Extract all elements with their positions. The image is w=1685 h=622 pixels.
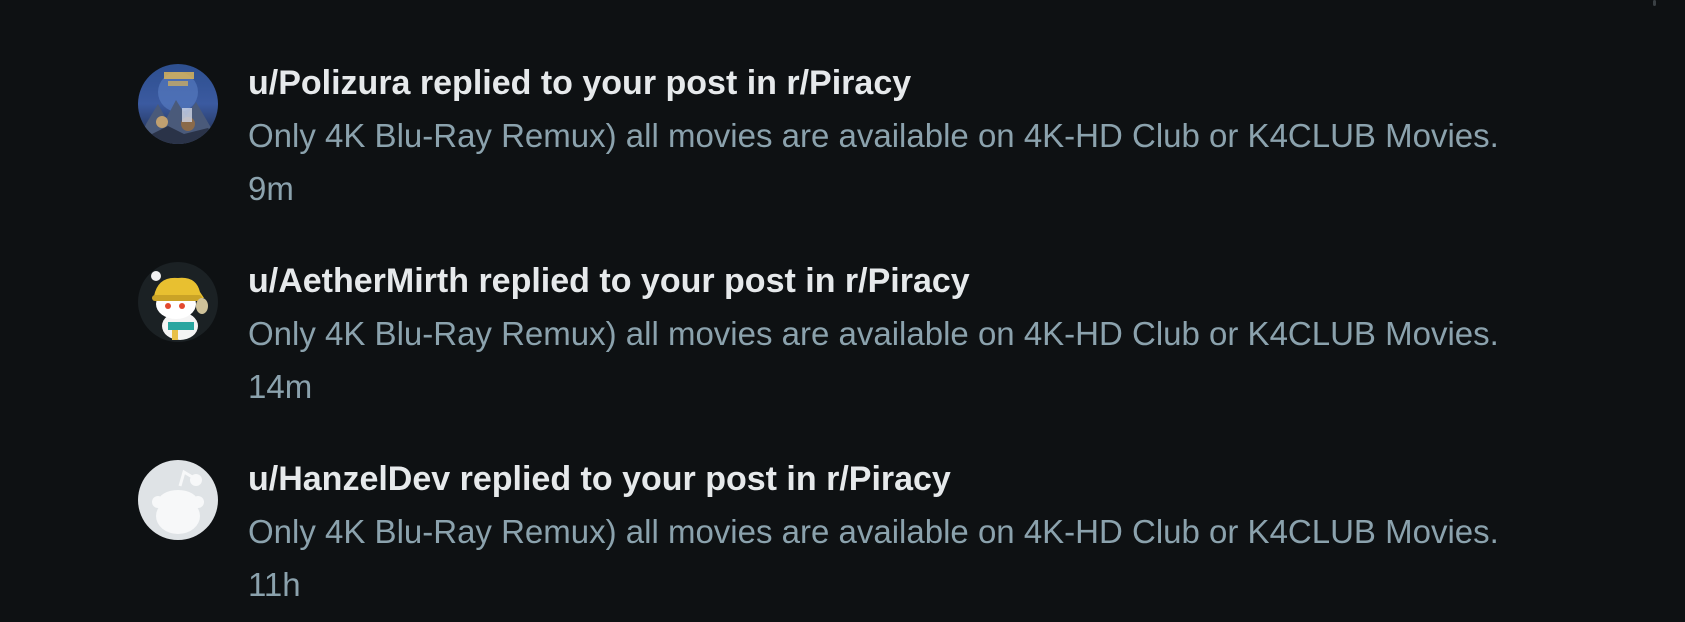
default-snoo-avatar-icon	[138, 460, 218, 540]
snoo-yellow-hat-avatar-icon	[138, 262, 218, 342]
notification-content: u/Polizura replied to your post in r/Pir…	[248, 56, 1499, 216]
notification-body: Only 4K Blu-Ray Remux) all movies are av…	[248, 117, 1499, 154]
notification-body: Only 4K Blu-Ray Remux) all movies are av…	[248, 513, 1499, 550]
notification-item[interactable]: u/HanzelDev replied to your post in r/Pi…	[138, 452, 1638, 622]
notification-time: 14m	[248, 368, 313, 405]
scrollbar-thumb[interactable]	[1653, 0, 1656, 6]
notification-item[interactable]: u/AetherMirth replied to your post in r/…	[138, 254, 1638, 452]
notification-time: 11h	[248, 566, 301, 603]
notification-list: u/Polizura replied to your post in r/Pir…	[138, 56, 1638, 622]
notification-title: u/AetherMirth replied to your post in r/…	[248, 262, 970, 300]
notification-time: 9m	[248, 170, 294, 207]
notification-title: u/HanzelDev replied to your post in r/Pi…	[248, 460, 951, 498]
notification-title: u/Polizura replied to your post in r/Pir…	[248, 64, 912, 102]
notification-content: u/HanzelDev replied to your post in r/Pi…	[248, 452, 1499, 612]
kingdom-game-avatar-icon	[138, 64, 218, 144]
notification-content: u/AetherMirth replied to your post in r/…	[248, 254, 1499, 414]
notification-body: Only 4K Blu-Ray Remux) all movies are av…	[248, 315, 1499, 352]
notification-item[interactable]: u/Polizura replied to your post in r/Pir…	[138, 56, 1638, 254]
